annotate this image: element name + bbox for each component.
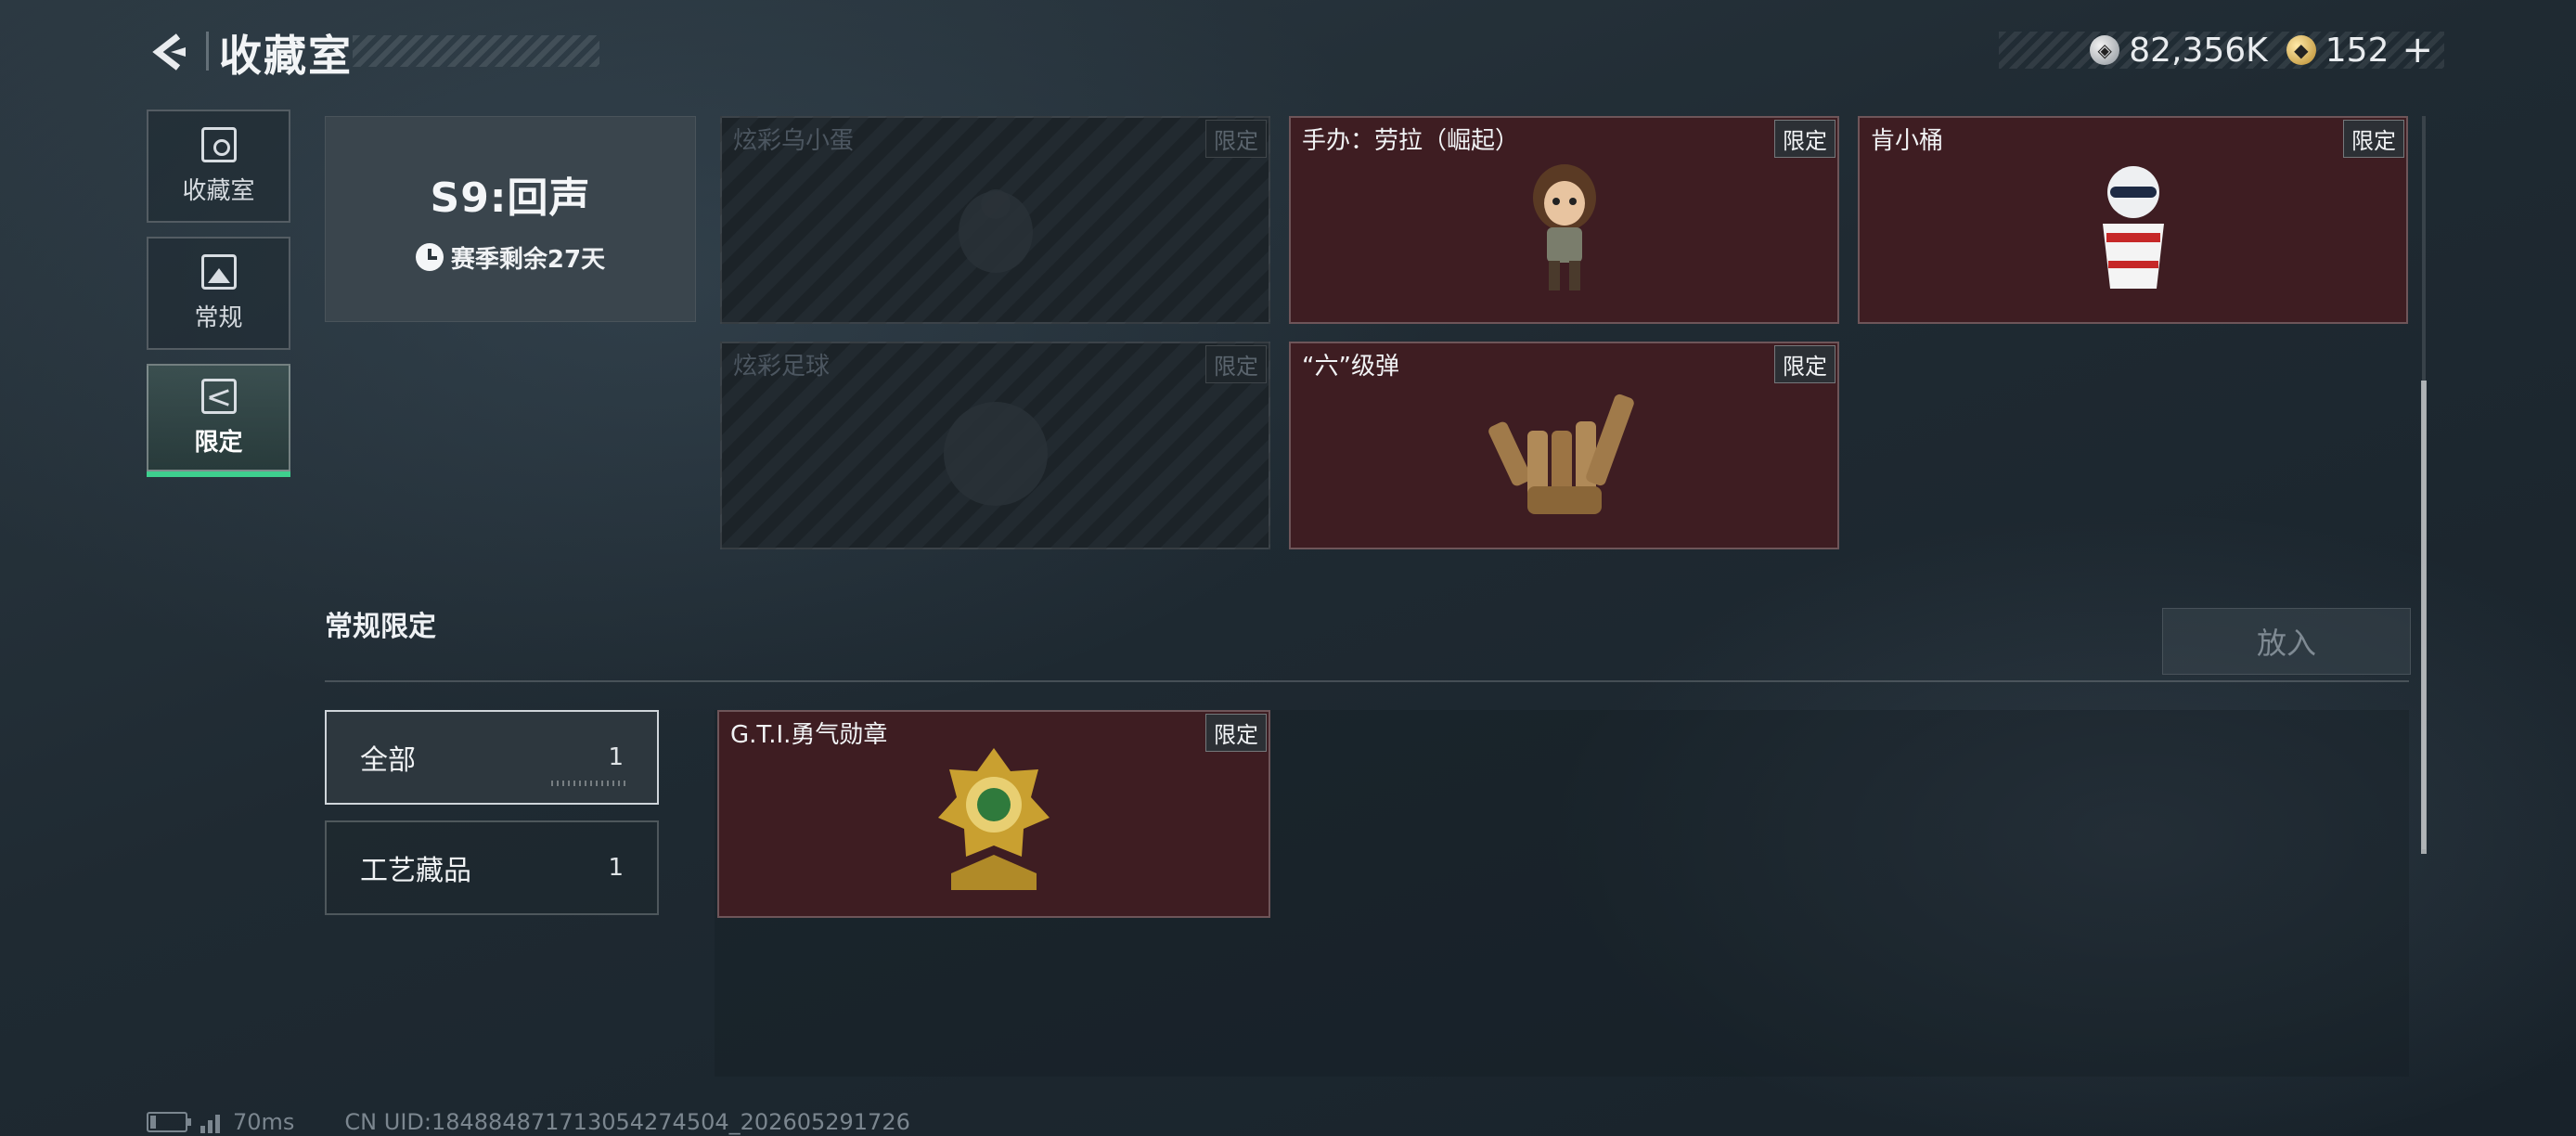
card-name: G.T.I.勇气勋章: [730, 721, 888, 749]
limited-tag: 限定: [1774, 345, 1835, 383]
football-silhouette-icon: [943, 401, 1048, 506]
nav-limited-label: 限定: [194, 428, 243, 457]
filter-count: 1: [608, 854, 624, 882]
figure-icon: [1532, 163, 1596, 290]
status-footer: 70ms CN UID:184884871713054274504_202605…: [147, 1109, 910, 1135]
filter-decoration: [551, 781, 625, 786]
filter-craft[interactable]: 工艺藏品 1: [325, 820, 659, 915]
back-arrow-icon: [152, 33, 186, 71]
collectible-card[interactable]: 肯小桶 限定: [1858, 116, 2408, 324]
nav-vault[interactable]: 收藏室: [147, 110, 290, 223]
limited-tag: 限定: [1774, 120, 1835, 158]
filter-name: 全部: [360, 744, 416, 777]
season-card: S9:回声 赛季剩余27天: [325, 116, 696, 322]
nav-regular[interactable]: 常规: [147, 237, 290, 350]
limited-tag: 限定: [1205, 714, 1267, 752]
collectible-card[interactable]: 手办：劳拉（崛起） 限定: [1289, 116, 1839, 324]
gold-amount: 152: [2325, 31, 2389, 70]
silver-amount: 82,356K: [2129, 31, 2268, 70]
filter-name: 工艺藏品: [360, 855, 471, 887]
scrollbar-thumb[interactable]: [2421, 381, 2427, 854]
battery-icon: [147, 1112, 191, 1132]
medal-icon: [938, 747, 1050, 890]
bullet-hand-icon: [1488, 394, 1634, 514]
silver-coin-icon: ◈: [2090, 35, 2120, 65]
limited-tag: 限定: [1205, 120, 1267, 158]
bucket-figure-icon: [2102, 165, 2164, 289]
nav-vault-label: 收藏室: [182, 176, 255, 205]
nav-limited[interactable]: 限定: [147, 364, 290, 471]
uid-text: CN UID:184884871713054274504_20260529172…: [344, 1109, 910, 1135]
limited-tag: 限定: [1205, 345, 1267, 383]
bird-egg-silhouette-icon: [958, 188, 1033, 273]
page-title: 收藏室: [219, 31, 353, 81]
vault-icon: [200, 126, 237, 162]
section-divider: [325, 680, 2409, 682]
card-name: 炫彩足球: [733, 353, 831, 381]
card-name: 手办：劳拉（崛起）: [1302, 127, 1520, 155]
card-name: 炫彩乌小蛋: [733, 127, 855, 155]
collectible-card[interactable]: 炫彩乌小蛋 限定: [720, 116, 1270, 324]
season-title: S9:回声: [430, 174, 591, 222]
limited-icon: [200, 378, 237, 414]
card-name: “六”级弹: [1302, 353, 1399, 381]
season-remaining-text: 赛季剩余27天: [450, 245, 606, 274]
clock-icon: [415, 243, 444, 271]
signal-icon: [200, 1111, 220, 1133]
season-remaining: 赛季剩余27天: [415, 240, 606, 275]
image-icon: [200, 253, 237, 290]
collectible-card[interactable]: “六”级弹 限定: [1289, 342, 1839, 549]
section-title: 常规限定: [325, 611, 436, 643]
back-button[interactable]: [147, 28, 193, 76]
card-name: 肯小桶: [1871, 127, 1944, 155]
filter-count: 1: [608, 743, 624, 771]
filter-all[interactable]: 全部 1: [325, 710, 659, 805]
put-in-button[interactable]: 放入: [2162, 608, 2411, 675]
silver-currency: ◈ 82,356K: [2090, 32, 2268, 70]
gold-currency: ◆ 152 +: [2286, 29, 2433, 71]
collectible-card[interactable]: 炫彩足球 限定: [720, 342, 1270, 549]
nav-regular-label: 常规: [194, 303, 243, 332]
ping-text: 70ms: [233, 1109, 295, 1135]
limited-tag: 限定: [2343, 120, 2404, 158]
title-decoration: [353, 35, 599, 67]
gold-coin-icon: ◆: [2286, 35, 2316, 65]
title-divider: [206, 32, 209, 71]
add-currency-button[interactable]: +: [2402, 29, 2433, 71]
currency-bar: ◈ 82,356K ◆ 152 +: [1999, 29, 2444, 71]
nav-active-indicator: [147, 471, 290, 477]
collectible-card[interactable]: G.T.I.勇气勋章 限定: [717, 710, 1270, 918]
